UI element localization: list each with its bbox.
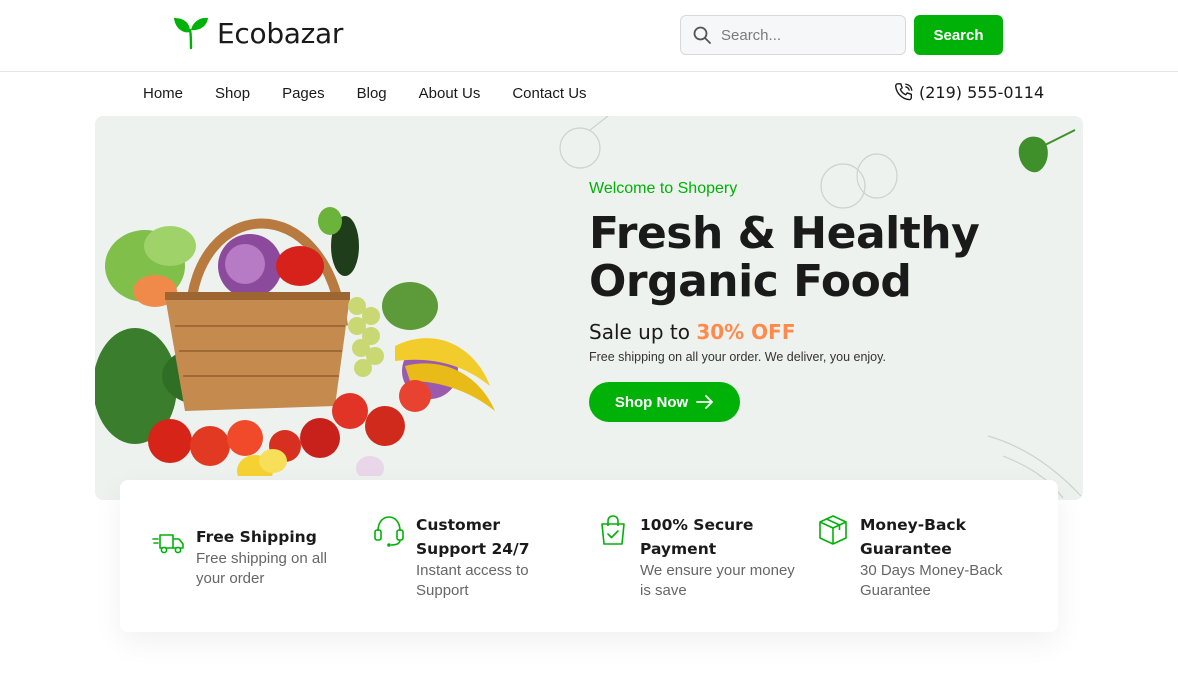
package-box-icon	[819, 515, 847, 545]
feature-desc: We ensure your money is save	[640, 562, 795, 599]
phone-number: (219) 555-0114	[919, 82, 1045, 102]
feature-desc: Instant access to Support	[416, 562, 529, 599]
sale-prefix: Sale up to	[589, 320, 690, 344]
nav-item-blog[interactable]: Blog	[357, 84, 387, 104]
arrow-right-icon	[696, 395, 714, 409]
nav-item-contact-us[interactable]: Contact Us	[512, 84, 586, 104]
feature-free-shipping: Free Shipping Free shipping on all your …	[152, 525, 342, 589]
truck-icon	[152, 534, 184, 554]
hero-description: Free shipping on all your order. We deli…	[589, 350, 886, 364]
feature-title: Customer Support 24/7	[416, 516, 530, 558]
feature-title: 100% Secure Payment	[640, 516, 754, 558]
sale-discount: 30% OFF	[696, 320, 796, 344]
hero-title-line2: Organic Food	[589, 256, 912, 307]
hero-banner: Welcome to Shopery Fresh & Healthy Organ…	[95, 116, 1083, 500]
feature-desc: 30 Days Money-Back Guarantee	[860, 562, 1003, 599]
search-button[interactable]: Search	[914, 15, 1003, 55]
feature-title: Free Shipping	[196, 528, 317, 546]
nav-item-shop[interactable]: Shop	[215, 84, 250, 104]
brand-name: Ecobazar	[217, 16, 344, 50]
hero-title: Fresh & Healthy Organic Food	[589, 210, 1019, 306]
nav-item-pages[interactable]: Pages	[282, 84, 325, 104]
logo[interactable]: Ecobazar	[173, 16, 343, 50]
leaf-sprout-icon	[174, 17, 208, 50]
phone-call-icon	[895, 83, 913, 101]
search-icon	[693, 26, 711, 44]
features-bar: Free Shipping Free shipping on all your …	[120, 480, 1058, 632]
vegetable-basket-image	[95, 207, 495, 476]
search-input[interactable]	[721, 26, 891, 44]
feature-title: Money-Back Guarantee	[860, 516, 966, 558]
phone-contact[interactable]: (219) 555-0114	[893, 81, 1044, 103]
onion-sketch-icon	[820, 153, 898, 209]
vegetable-sketch-icon	[559, 116, 609, 169]
feature-money-back: Money-Back Guarantee 30 Days Money-Back …	[816, 513, 1016, 601]
shop-now-button[interactable]: Shop Now	[589, 382, 740, 422]
main-nav: Home Shop Pages Blog About Us Contact Us	[143, 84, 619, 104]
leaf-decoration-icon	[1018, 129, 1076, 173]
feature-secure-payment: 100% Secure Payment We ensure your money…	[596, 513, 801, 601]
nav-item-about-us[interactable]: About Us	[419, 84, 481, 104]
shopping-bag-check-icon	[601, 515, 625, 545]
top-header: Ecobazar Search	[0, 0, 1178, 72]
hero-welcome-text: Welcome to Shopery	[589, 180, 738, 197]
hero-title-line1: Fresh & Healthy	[589, 208, 980, 259]
nav-item-home[interactable]: Home	[143, 84, 183, 104]
feature-customer-support: Customer Support 24/7 Instant access to …	[372, 513, 572, 601]
search-box	[680, 15, 906, 55]
headphones-icon	[374, 516, 404, 547]
shop-now-label: Shop Now	[614, 393, 689, 411]
hero-sale-text: Sale up to 30% OFF	[589, 320, 796, 344]
feature-desc: Free shipping on all your order	[196, 550, 327, 587]
